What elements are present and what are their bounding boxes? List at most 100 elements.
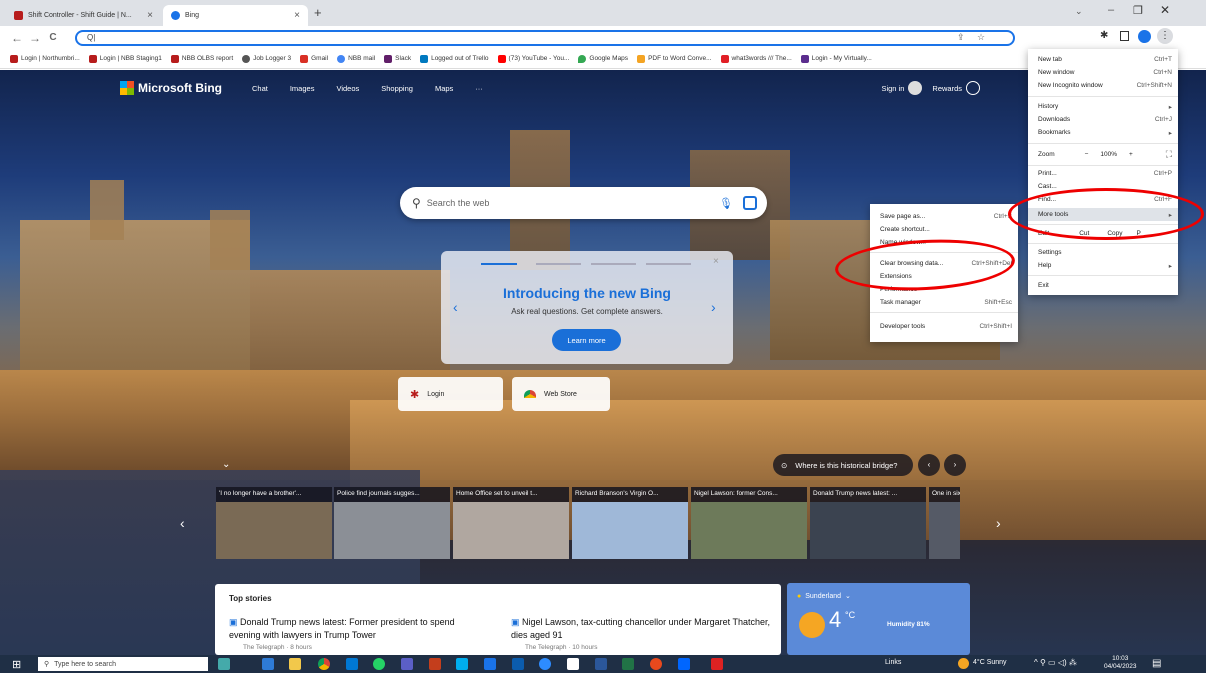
carousel-indicator[interactable]	[591, 263, 636, 265]
microphone-icon[interactable]: 🎙	[719, 197, 733, 210]
side-panel-icon[interactable]	[1120, 31, 1129, 41]
bookmark-item[interactable]: Logged out of Trello	[420, 54, 489, 63]
bookmark-item[interactable]: NBB OLBS report	[170, 54, 233, 63]
story-headline[interactable]: ▣ Donald Trump news latest: Former presi…	[229, 616, 479, 642]
app-icon[interactable]	[650, 658, 662, 670]
image-info-button[interactable]: ⊙ Where is this historical bridge?	[773, 454, 913, 476]
search-box[interactable]: ⚲ Search the web 🎙	[400, 187, 767, 219]
minimize-icon[interactable]: –	[1108, 4, 1114, 16]
nav-videos[interactable]: Videos	[336, 84, 359, 93]
app-icon[interactable]	[678, 658, 690, 670]
app-icon[interactable]	[429, 658, 441, 670]
app-icon[interactable]	[262, 658, 274, 670]
bing-logo[interactable]: Microsoft Bing	[120, 81, 222, 95]
file-explorer-icon[interactable]	[289, 658, 301, 670]
news-card[interactable]: Police find journals sugges...	[334, 487, 450, 559]
app-icon[interactable]	[484, 658, 496, 670]
menu-downloads[interactable]: Downloads Ctrl+J	[1028, 113, 1178, 126]
bookmark-item[interactable]: what3words /// The...	[720, 54, 792, 63]
back-button[interactable]: ←	[8, 31, 26, 45]
bookmark-item[interactable]: Login | Northumbri...	[10, 54, 80, 63]
menu-new-window[interactable]: New window Ctrl+N	[1028, 66, 1178, 79]
rewards-trophy-icon[interactable]	[966, 81, 980, 95]
app-icon[interactable]	[456, 658, 468, 670]
bookmark-item[interactable]: Login | NBB Staging1	[88, 54, 162, 63]
close-window-icon[interactable]: ✕	[1160, 3, 1170, 17]
bookmark-star-icon[interactable]: ☆	[977, 32, 985, 43]
bookmark-item[interactable]: PDF to Word Conve...	[637, 54, 712, 63]
news-prev-icon[interactable]: ‹	[180, 515, 185, 531]
sign-in-link[interactable]: Sign in	[881, 84, 904, 93]
menu-history[interactable]: History ▸	[1028, 100, 1178, 113]
forward-button[interactable]: →	[26, 31, 44, 45]
menu-print[interactable]: Print... Ctrl+P	[1028, 167, 1178, 180]
reload-button[interactable]: C	[44, 32, 62, 43]
news-card[interactable]: Nigel Lawson: former Cons...	[691, 487, 807, 559]
nav-images[interactable]: Images	[290, 84, 315, 93]
quick-link-web-store[interactable]: Web Store	[512, 377, 610, 411]
search-input[interactable]: Search the web	[427, 198, 490, 208]
word-icon[interactable]	[595, 658, 607, 670]
zoom-out-button[interactable]: −	[1085, 151, 1089, 158]
address-input[interactable]: Q|	[87, 33, 95, 42]
taskbar-weather[interactable]: 4°C Sunny	[973, 659, 1007, 666]
carousel-indicator[interactable]	[481, 263, 517, 265]
fullscreen-icon[interactable]: ⛶	[1166, 149, 1172, 160]
nav-chat[interactable]: Chat	[252, 84, 268, 93]
story-headline[interactable]: ▣ Nigel Lawson, tax-cutting chancellor u…	[511, 616, 771, 642]
visual-search-icon[interactable]	[743, 196, 757, 210]
tab-bing[interactable]: Bing ×	[163, 5, 308, 26]
profile-avatar[interactable]	[1138, 30, 1151, 43]
app-icon[interactable]	[711, 658, 723, 670]
quick-link-login[interactable]: ✱ Login	[398, 377, 503, 411]
extensions-icon[interactable]: ✱	[1100, 30, 1108, 41]
nav-shopping[interactable]: Shopping	[381, 84, 413, 93]
carousel-indicator[interactable]	[646, 263, 691, 265]
weather-location[interactable]: ● Sunderland ⌄	[797, 592, 851, 601]
restore-icon[interactable]: ❐	[1133, 4, 1143, 17]
taskbar-clock[interactable]: 10:03 04/04/2023	[1104, 655, 1137, 671]
news-next-icon[interactable]: ›	[996, 515, 1001, 531]
menu-bookmarks[interactable]: Bookmarks ▸	[1028, 126, 1178, 139]
submenu-developer-tools[interactable]: Developer tools Ctrl+Shift+I	[870, 320, 1018, 333]
close-tab-icon[interactable]: ×	[294, 10, 300, 21]
system-tray-icons[interactable]: ^ ⚲ ▭ ◁) ⁂	[1034, 658, 1077, 667]
bookmark-item[interactable]: Google Maps	[578, 54, 628, 63]
address-bar[interactable]: Q| ⇪ ☆	[75, 30, 1015, 46]
app-icon[interactable]	[401, 658, 413, 670]
menu-exit[interactable]: Exit	[1028, 279, 1178, 292]
close-tab-icon[interactable]: ×	[147, 10, 153, 21]
weather-sun-icon[interactable]	[958, 658, 969, 669]
bookmark-item[interactable]: Gmail	[300, 54, 328, 63]
taskbar-search[interactable]: ⚲ Type here to search	[38, 657, 208, 671]
app-icon[interactable]	[512, 658, 524, 670]
menu-new-incognito[interactable]: New Incognito window Ctrl+Shift+N	[1028, 79, 1178, 92]
menu-new-tab[interactable]: New tab Ctrl+T	[1028, 53, 1178, 66]
chrome-icon[interactable]	[318, 658, 330, 670]
bookmark-item[interactable]: NBB mail	[337, 54, 375, 63]
new-tab-button[interactable]: +	[314, 5, 322, 20]
mail-icon[interactable]	[346, 658, 358, 670]
nav-maps[interactable]: Maps	[435, 84, 453, 93]
news-card[interactable]: 'I no longer have a brother'...	[216, 487, 332, 559]
whatsapp-icon[interactable]	[373, 658, 385, 670]
bookmark-item[interactable]: (73) YouTube - You...	[497, 54, 569, 63]
carousel-indicator[interactable]	[536, 263, 581, 265]
learn-more-button[interactable]: Learn more	[552, 329, 621, 351]
collapse-chevron-icon[interactable]: ⌄	[222, 459, 230, 470]
tab-shift-controller[interactable]: Shift Controller - Shift Guide | N... ×	[6, 5, 161, 26]
tab-search-chevron-icon[interactable]: ⌄	[1075, 6, 1083, 17]
app-icon[interactable]	[567, 658, 579, 670]
links-toolbar[interactable]: Links	[885, 659, 901, 666]
menu-settings[interactable]: Settings	[1028, 246, 1178, 259]
chrome-menu-icon[interactable]: ⋮	[1157, 28, 1173, 44]
previous-image-icon[interactable]: ‹	[918, 454, 940, 476]
rewards-link[interactable]: Rewards	[932, 84, 962, 93]
menu-help[interactable]: Help ▸	[1028, 259, 1178, 272]
share-icon[interactable]: ⇪	[957, 32, 965, 43]
weather-widget[interactable]: ● Sunderland ⌄ 4 °C Humidity 81%	[787, 583, 970, 655]
excel-icon[interactable]	[622, 658, 634, 670]
windows-start-icon[interactable]: ⊞	[12, 658, 21, 671]
next-image-icon[interactable]: ›	[944, 454, 966, 476]
news-card[interactable]: Home Office set to unveil t...	[453, 487, 569, 559]
